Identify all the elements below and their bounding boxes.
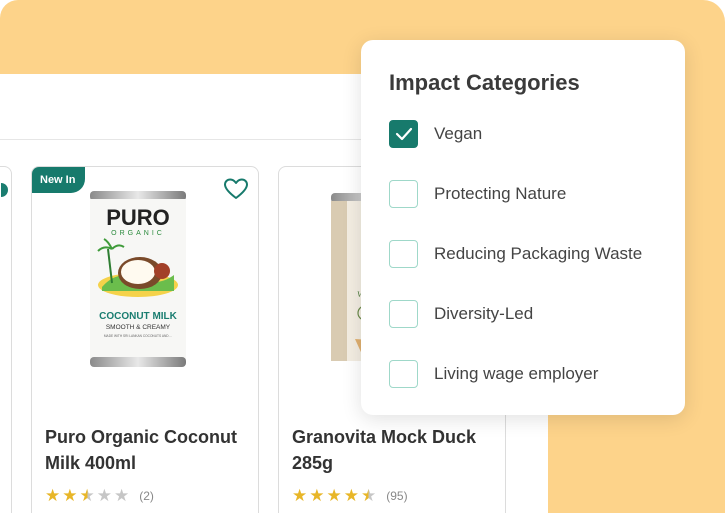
- can-tagline: SMOOTH & CREAMY: [106, 324, 171, 331]
- new-in-badge: New In: [32, 167, 86, 193]
- filter-option-protecting-nature[interactable]: Protecting Nature: [389, 179, 566, 209]
- filter-option-label: Diversity-Led: [434, 304, 534, 323]
- star-icon: ★: [45, 486, 61, 505]
- star-icon: ★: [361, 486, 377, 505]
- diversity-led-checkbox[interactable]: [389, 300, 418, 328]
- product-rating: ★ ★ ★ ★ ★ (95): [292, 487, 408, 505]
- badge-partial: [1, 183, 8, 197]
- filter-option-diversity-led[interactable]: Diversity-Led: [389, 299, 533, 329]
- filter-option-label: Protecting Nature: [434, 184, 567, 203]
- star-icon: ★: [326, 486, 342, 505]
- popup-title: Impact Categories: [389, 70, 580, 95]
- star-icon: ★: [96, 486, 112, 505]
- product-title-line-2: Milk 400ml: [45, 453, 137, 473]
- vegan-checkbox[interactable]: [389, 120, 418, 148]
- filter-option-living-wage-employer[interactable]: Living wage employer: [389, 359, 598, 389]
- star-icon: ★: [343, 486, 359, 505]
- product-title-line-1: Puro Organic Coconut: [45, 427, 238, 447]
- product-title[interactable]: Granovita Mock Duck 285g: [292, 424, 497, 476]
- star-icon: ★: [62, 486, 78, 505]
- check-icon: [395, 127, 412, 141]
- star-icon: ★: [79, 486, 95, 505]
- product-title-line-1: Granovita Mock Duck: [292, 427, 477, 447]
- living-wage-employer-checkbox[interactable]: [389, 360, 418, 388]
- can-sub: ORGANIC: [111, 230, 165, 237]
- listing-divider: [0, 139, 420, 140]
- heart-icon: [224, 178, 248, 199]
- filter-option-label: Vegan: [434, 124, 483, 143]
- protecting-nature-checkbox[interactable]: [389, 180, 418, 208]
- rating-count: (2): [139, 489, 154, 503]
- product-title-line-2: 285g: [292, 453, 334, 473]
- product-card[interactable]: New In PURO ORGANIC COCONUT MILK SMOOTH …: [31, 166, 259, 513]
- filter-option-label: Living wage employer: [434, 364, 599, 383]
- can-fineprint: MADE WITH SRI LANKAN COCONUTS AND ...: [104, 334, 172, 338]
- filter-option-label: Reducing Packaging Waste: [434, 244, 643, 263]
- coconut-milk-can-image: PURO ORGANIC COCONUT MILK SMOOTH & CREAM…: [90, 191, 186, 367]
- impact-categories-popup: Impact Categories Vegan Protecting Natur…: [361, 40, 685, 415]
- product-title[interactable]: Puro Organic Coconut Milk 400ml: [45, 424, 250, 476]
- reducing-packaging-waste-checkbox[interactable]: [389, 240, 418, 268]
- product-card-partial[interactable]: [0, 166, 12, 513]
- can-brand: PURO: [106, 205, 170, 230]
- wishlist-button[interactable]: [222, 175, 250, 203]
- star-icon: ★: [292, 486, 308, 505]
- star-icon: ★: [114, 486, 130, 505]
- filter-option-vegan[interactable]: Vegan: [389, 119, 482, 149]
- filter-option-reducing-packaging-waste[interactable]: Reducing Packaging Waste: [389, 239, 642, 269]
- can-product-name: COCONUT MILK: [99, 311, 178, 322]
- rating-count: (95): [386, 489, 408, 503]
- star-icon: ★: [309, 486, 325, 505]
- product-rating: ★ ★ ★ ★ ★ (2): [45, 487, 154, 505]
